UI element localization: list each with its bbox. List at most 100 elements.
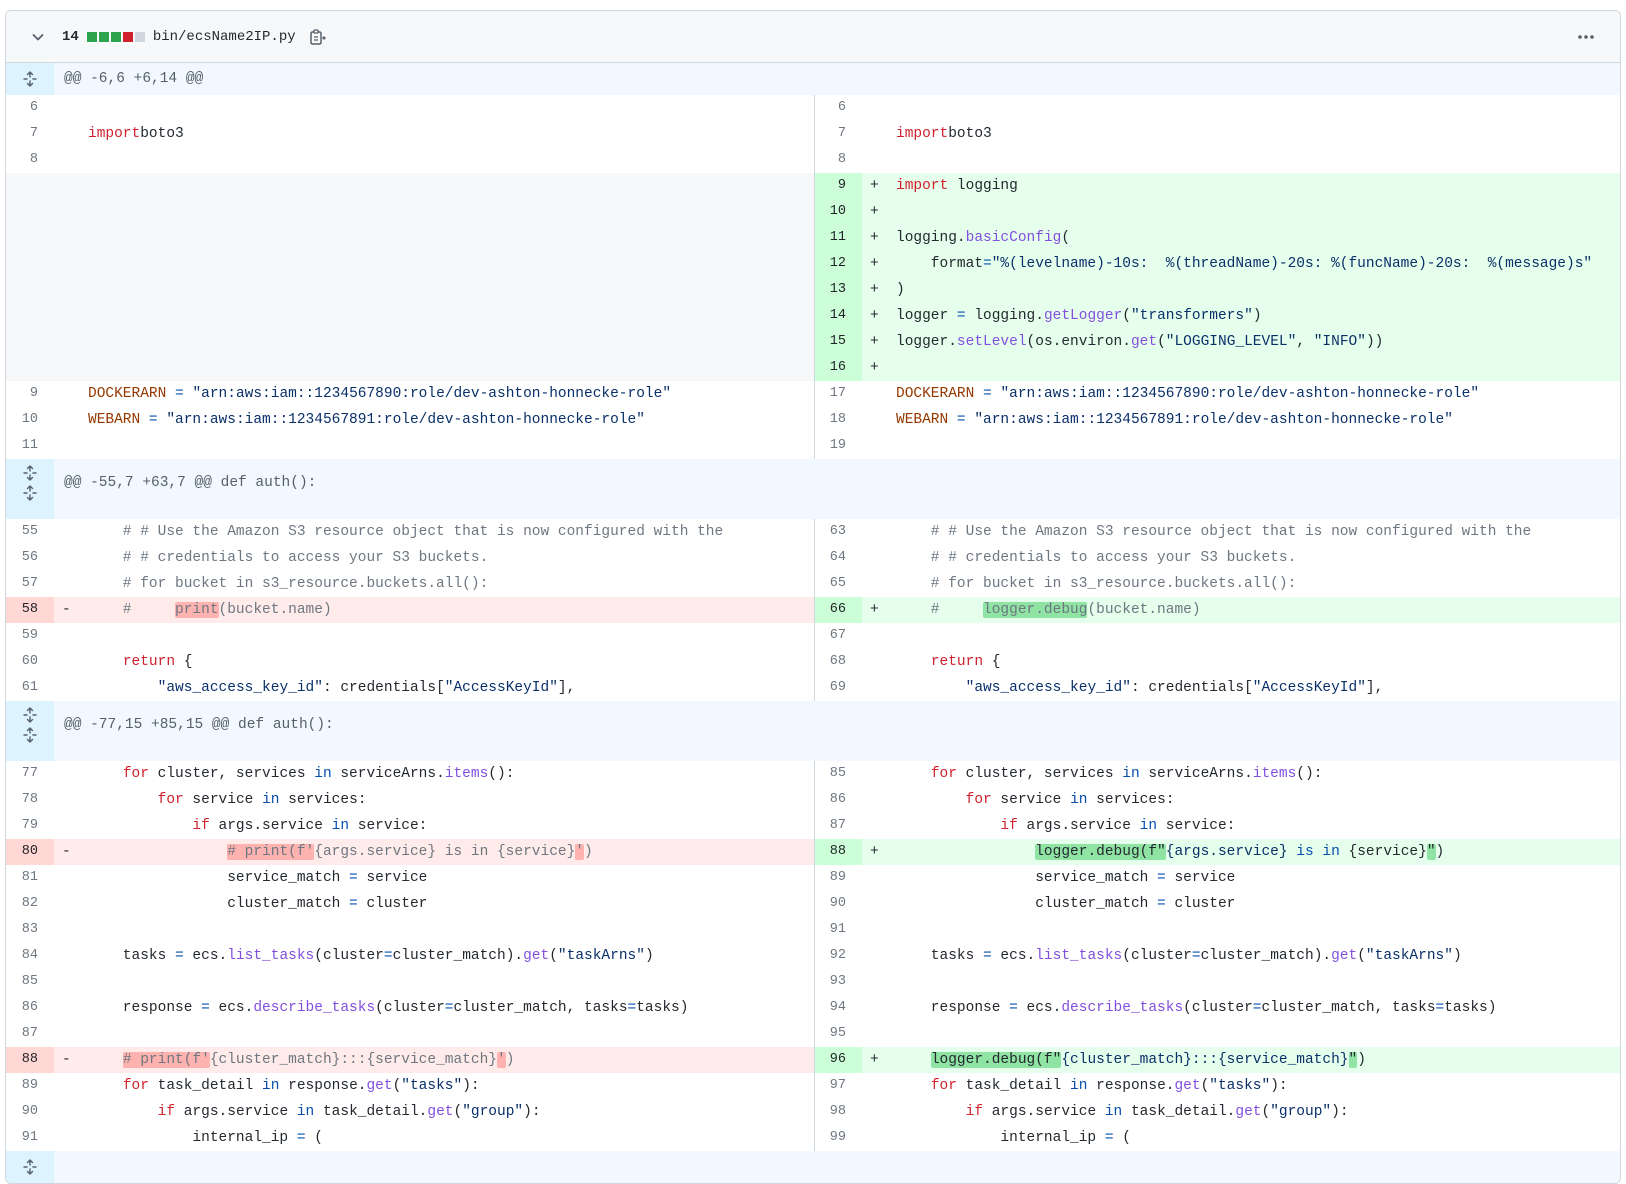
code-token: ( — [305, 1130, 323, 1146]
line-number-new[interactable]: 12 — [814, 251, 862, 277]
line-number-old[interactable]: 61 — [6, 675, 54, 701]
line-number-new[interactable]: 85 — [814, 761, 862, 787]
line-number-new[interactable]: 86 — [814, 787, 862, 813]
diff-row: 11 19 — [6, 433, 1620, 459]
expand-button[interactable] — [6, 459, 54, 519]
code-token: "LOGGING_LEVEL" — [1165, 334, 1297, 350]
code-token: "arn:aws:iam::1234567890:role/dev-ashton… — [1000, 386, 1480, 402]
expand-button[interactable] — [6, 701, 54, 761]
code-new: # # Use the Amazon S3 resource object th… — [862, 519, 1620, 545]
line-number-new[interactable]: 64 — [814, 545, 862, 571]
line-number-new[interactable]: 18 — [814, 407, 862, 433]
line-number-new[interactable]: 87 — [814, 813, 862, 839]
line-number-old[interactable]: 79 — [6, 813, 54, 839]
line-number-new[interactable]: 7 — [814, 121, 862, 147]
line-number-new[interactable]: 91 — [814, 917, 862, 943]
line-number-new[interactable]: 95 — [814, 1021, 862, 1047]
line-number-new[interactable]: 65 — [814, 571, 862, 597]
line-number-old[interactable]: 10 — [6, 407, 54, 433]
diff-row: 7 importboto3 7 importboto3 — [6, 121, 1620, 147]
code-token: "tasks" — [401, 1078, 463, 1094]
code-new-added: + — [862, 199, 1620, 225]
line-number-old[interactable]: 59 — [6, 623, 54, 649]
line-number-old[interactable]: 83 — [6, 917, 54, 943]
diff-marker: + — [870, 230, 879, 246]
line-number-old[interactable]: 91 — [6, 1125, 54, 1151]
diff-row: 56 # # credentials to access your S3 buc… — [6, 545, 1620, 571]
line-number-old[interactable]: 85 — [6, 969, 54, 995]
code-token: = — [983, 948, 992, 964]
line-number-old[interactable]: 80 — [6, 839, 54, 865]
line-number-old[interactable]: 60 — [6, 649, 54, 675]
line-number-new[interactable]: 66 — [814, 597, 862, 623]
line-number-new[interactable]: 92 — [814, 943, 862, 969]
line-number-new[interactable]: 16 — [814, 355, 862, 381]
line-number-old[interactable]: 77 — [6, 761, 54, 787]
line-number-new[interactable]: 89 — [814, 865, 862, 891]
line-number-old[interactable]: 7 — [6, 121, 54, 147]
line-number-new[interactable]: 15 — [814, 329, 862, 355]
line-number-new[interactable]: 98 — [814, 1099, 862, 1125]
line-number-new[interactable]: 9 — [814, 173, 862, 199]
code-token: cluster_match — [88, 896, 350, 912]
code-token: get — [366, 1078, 393, 1094]
line-number-old[interactable]: 90 — [6, 1099, 54, 1125]
line-number-new[interactable]: 68 — [814, 649, 862, 675]
line-number-new[interactable]: 69 — [814, 675, 862, 701]
line-number-old[interactable]: 88 — [6, 1047, 54, 1073]
line-number-new[interactable]: 93 — [814, 969, 862, 995]
line-number-new[interactable]: 11 — [814, 225, 862, 251]
line-number-new[interactable]: 96 — [814, 1047, 862, 1073]
file-path[interactable]: bin/ecsName2IP.py — [153, 29, 296, 45]
unfold-icon[interactable] — [6, 725, 54, 745]
line-number-new[interactable]: 94 — [814, 995, 862, 1021]
kebab-horizontal-icon[interactable] — [1576, 27, 1596, 47]
line-number-old[interactable]: 86 — [6, 995, 54, 1021]
unfold-icon[interactable] — [6, 463, 54, 483]
code-token: get — [1235, 1104, 1262, 1120]
code-token: return — [122, 654, 176, 670]
line-number-old[interactable]: 58 — [6, 597, 54, 623]
line-number-old[interactable]: 11 — [6, 433, 54, 459]
unfold-icon[interactable] — [6, 705, 54, 725]
line-number-old[interactable]: 57 — [6, 571, 54, 597]
line-number-new[interactable]: 19 — [814, 433, 862, 459]
line-number-old[interactable]: 78 — [6, 787, 54, 813]
unfold-icon[interactable] — [6, 69, 54, 89]
line-number-old[interactable]: 56 — [6, 545, 54, 571]
line-number-old[interactable]: 6 — [6, 95, 54, 121]
unfold-icon[interactable] — [6, 1157, 54, 1177]
line-number-old[interactable]: 55 — [6, 519, 54, 545]
line-number-new[interactable]: 99 — [814, 1125, 862, 1151]
line-number-old[interactable]: 9 — [6, 381, 54, 407]
line-number-new[interactable]: 90 — [814, 891, 862, 917]
line-number-old[interactable]: 82 — [6, 891, 54, 917]
code-token: DOCKERARN — [896, 386, 975, 402]
line-number-new[interactable]: 13 — [814, 277, 862, 303]
code-token: "INFO" — [1313, 334, 1366, 350]
line-number-old[interactable]: 87 — [6, 1021, 54, 1047]
expand-button[interactable] — [6, 63, 54, 95]
unfold-icon[interactable] — [6, 483, 54, 503]
line-number-new[interactable]: 88 — [814, 839, 862, 865]
line-number-new[interactable]: 6 — [814, 95, 862, 121]
line-number-new[interactable]: 14 — [814, 303, 862, 329]
chevron-down-icon[interactable] — [30, 29, 46, 45]
line-number-new[interactable]: 97 — [814, 1073, 862, 1099]
copy-icon[interactable] — [308, 28, 326, 46]
line-number-new[interactable]: 17 — [814, 381, 862, 407]
line-number-new[interactable]: 8 — [814, 147, 862, 173]
expand-button[interactable] — [6, 1151, 54, 1183]
line-number-old[interactable]: 81 — [6, 865, 54, 891]
diff-row-added: 12 + format="%(levelname)-10s: %(threadNa… — [6, 251, 1620, 277]
line-number-new[interactable]: 63 — [814, 519, 862, 545]
line-number-old[interactable]: 89 — [6, 1073, 54, 1099]
code-token: "aws_access_key_id" — [157, 680, 323, 696]
line-number-old[interactable]: 84 — [6, 943, 54, 969]
line-number-old[interactable]: 8 — [6, 147, 54, 173]
line-number-new[interactable]: 10 — [814, 199, 862, 225]
line-number-new[interactable]: 67 — [814, 623, 862, 649]
